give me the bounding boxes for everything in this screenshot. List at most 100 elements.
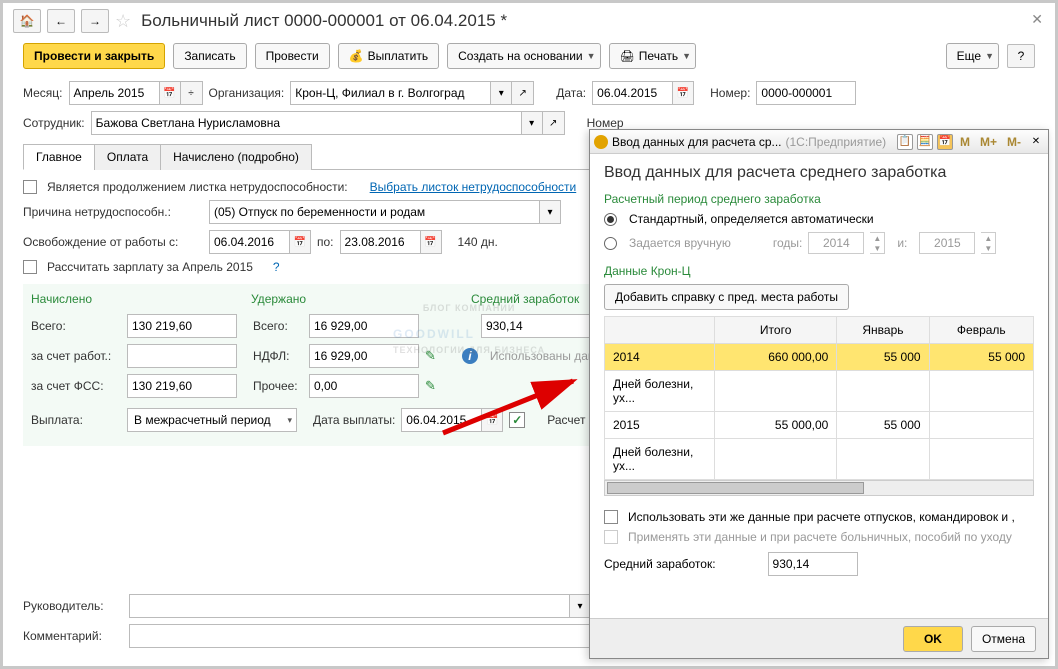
mem-mplus[interactable]: M+ <box>977 135 1000 149</box>
calendar-icon[interactable]: 📅 <box>420 230 442 254</box>
tab-accrued[interactable]: Начислено (подробно) <box>160 144 312 170</box>
h-scrollbar[interactable] <box>604 480 1034 496</box>
ndfl-input[interactable]: 16 929,00 <box>309 344 419 368</box>
year1-stepper[interactable]: ▲▼ <box>870 232 885 254</box>
to-label: по: <box>317 235 334 249</box>
withheld-heading: Удержано <box>251 292 451 306</box>
popup-app-hint: (1С:Предприятие) <box>786 135 887 149</box>
th-total: Итого <box>715 317 837 344</box>
total-accrued-input[interactable]: 130 219,60 <box>127 314 237 338</box>
radio-manual[interactable] <box>604 237 617 250</box>
dropdown-icon[interactable]: ▾ <box>521 111 543 135</box>
cancel-button[interactable]: Отмена <box>971 626 1036 652</box>
earnings-table: Итого Январь Февраль 2014 660 000,00 55 … <box>604 316 1034 480</box>
total-label-2: Всего: <box>253 319 303 333</box>
select-sheet-link[interactable]: Выбрать листок нетрудоспособности <box>370 180 577 194</box>
mem-m[interactable]: M <box>957 135 973 149</box>
reason-input[interactable]: (05) Отпуск по беременности и родам <box>209 200 539 224</box>
dropdown-icon[interactable]: ▾ <box>490 81 512 105</box>
stepper-icon[interactable]: ÷ <box>181 81 203 105</box>
radio-manual-label: Задается вручную <box>629 236 731 250</box>
popup-close-icon[interactable]: ✕ <box>1028 134 1044 150</box>
pencil-icon[interactable]: ✎ <box>425 378 436 394</box>
manager-label: Руководитель: <box>23 599 123 613</box>
pay-button[interactable]: 💰Выплатить <box>338 43 439 69</box>
and-label: и: <box>897 236 907 250</box>
write-button[interactable]: Записать <box>173 43 246 69</box>
payout-select[interactable]: В межрасчетный период <box>127 408 297 432</box>
paydate-input[interactable]: 06.04.2015 <box>401 408 481 432</box>
dropdown-icon[interactable]: ▾ <box>569 594 591 618</box>
avg-foot-input[interactable]: 930,14 <box>768 552 858 576</box>
post-button[interactable]: Провести <box>255 43 330 69</box>
avg-foot-label: Средний заработок: <box>604 557 716 571</box>
tab-main[interactable]: Главное <box>23 144 95 170</box>
dropdown-icon[interactable]: ▾ <box>539 200 561 224</box>
create-based-button[interactable]: Создать на основании ▼ <box>447 43 600 69</box>
avg-earnings-popup: Ввод данных для расчета ср... (1С:Предпр… <box>589 129 1049 659</box>
table-row[interactable]: 2014 660 000,00 55 000 55 000 <box>605 344 1034 371</box>
free-from-input[interactable]: 06.04.2016 <box>209 230 289 254</box>
more-button[interactable]: Еще ▼ <box>946 43 999 69</box>
free-from-label: Освобождение от работы с: <box>23 235 203 249</box>
calc-salary-checkbox[interactable] <box>23 260 37 274</box>
year2-input[interactable]: 2015 <box>919 232 975 254</box>
calendar-icon[interactable]: 📅 <box>672 81 694 105</box>
open-icon[interactable]: ↗ <box>543 111 565 135</box>
tb-icon-3[interactable]: 📅 <box>937 134 953 150</box>
month-input[interactable]: Апрель 2015 <box>69 81 159 105</box>
back-button[interactable]: ← <box>47 9 75 33</box>
radio-standard-label: Стандартный, определяется автоматически <box>629 212 874 226</box>
date-label: Дата: <box>556 86 586 100</box>
post-and-close-button[interactable]: Провести и закрыть <box>23 43 165 69</box>
paid-checkbox[interactable]: ✓ <box>509 412 525 428</box>
ok-button[interactable]: OK <box>903 626 963 652</box>
th-feb: Февраль <box>929 317 1033 344</box>
continuation-checkbox[interactable] <box>23 180 37 194</box>
tab-pay[interactable]: Оплата <box>94 144 161 170</box>
open-icon[interactable]: ↗ <box>512 81 534 105</box>
add-reference-button[interactable]: Добавить справку с пред. места работы <box>604 284 849 310</box>
avg-input[interactable]: 930,14 <box>481 314 591 338</box>
org-input[interactable]: Крон-Ц, Филиал в г. Волгоград <box>290 81 490 105</box>
info-icon[interactable]: i <box>462 348 478 364</box>
help-button[interactable]: ? <box>1007 44 1035 68</box>
fss-input[interactable]: 130 219,60 <box>127 374 237 398</box>
date-input[interactable]: 06.04.2015 <box>592 81 672 105</box>
year1-input[interactable]: 2014 <box>808 232 864 254</box>
close-icon[interactable]: ✕ <box>1031 11 1043 28</box>
avg-heading: Средний заработок <box>471 292 579 306</box>
favorite-icon[interactable]: ☆ <box>115 11 131 32</box>
tb-icon-1[interactable]: 📋 <box>897 134 913 150</box>
mem-mminus[interactable]: M- <box>1004 135 1024 149</box>
home-button[interactable]: 🏠 <box>13 9 41 33</box>
emp-share-input[interactable] <box>127 344 237 368</box>
use-same-checkbox[interactable] <box>604 510 618 524</box>
fss-label: за счет ФСС: <box>31 379 121 393</box>
other-label: Прочее: <box>253 379 303 393</box>
print-button[interactable]: 🖨Печать ▼ <box>609 43 696 69</box>
question-link[interactable]: ? <box>273 260 280 274</box>
paydate-label: Дата выплаты: <box>313 413 395 427</box>
table-row[interactable]: Дней болезни, ух... <box>605 439 1034 480</box>
continuation-label: Является продолжением листка нетрудоспос… <box>47 180 348 194</box>
other-input[interactable]: 0,00 <box>309 374 419 398</box>
pencil-icon[interactable]: ✎ <box>425 348 436 364</box>
year2-stepper[interactable]: ▲▼ <box>981 232 996 254</box>
years-label: годы: <box>773 236 802 250</box>
comment-input[interactable] <box>129 624 591 648</box>
calendar-icon[interactable]: 📅 <box>481 408 503 432</box>
total-withheld-input[interactable]: 16 929,00 <box>309 314 419 338</box>
employee-input[interactable]: Бажова Светлана Нурисламовна <box>91 111 521 135</box>
free-to-input[interactable]: 23.08.2016 <box>340 230 420 254</box>
forward-button[interactable]: → <box>81 9 109 33</box>
calc-label: Расчет <box>547 413 585 427</box>
radio-standard[interactable] <box>604 213 617 226</box>
manager-input[interactable] <box>129 594 569 618</box>
tb-icon-2[interactable]: 🧮 <box>917 134 933 150</box>
calendar-icon[interactable]: 📅 <box>289 230 311 254</box>
table-row[interactable]: Дней болезни, ух... <box>605 371 1034 412</box>
number-input[interactable]: 0000-000001 <box>756 81 856 105</box>
calendar-icon[interactable]: 📅 <box>159 81 181 105</box>
table-row[interactable]: 2015 55 000,00 55 000 <box>605 412 1034 439</box>
